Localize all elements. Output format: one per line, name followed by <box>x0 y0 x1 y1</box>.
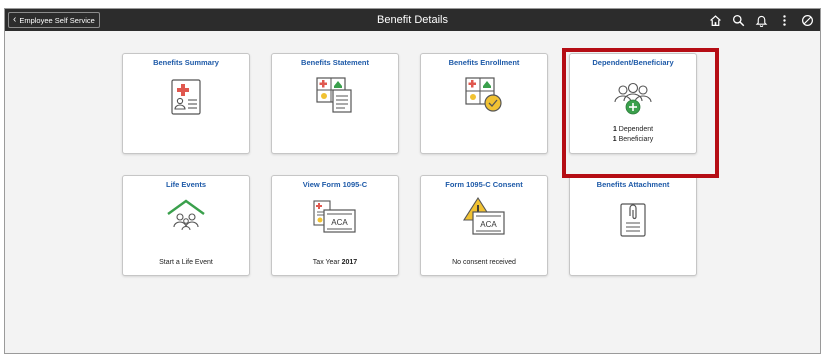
consent-warning-icon: ACA <box>421 196 547 238</box>
dependent-count: 1 <box>612 126 617 133</box>
back-button-label: Employee Self Service <box>19 15 95 25</box>
tile-footer: No consent received <box>452 259 516 266</box>
app-window: ‹ Employee Self Service Benefit Details … <box>4 8 821 354</box>
search-icon[interactable] <box>731 13 745 27</box>
tile-dependent-beneficiary[interactable]: Dependent/Beneficiary 1 Dependent 1 Bene… <box>569 53 697 154</box>
add-dependents-icon <box>570 82 696 116</box>
tile-form-1095c-consent[interactable]: Form 1095-C Consent ACA No consent recei… <box>420 175 548 276</box>
tile-title: Benefits Attachment <box>596 180 670 189</box>
tax-year-line: Tax Year 2017 <box>274 258 396 268</box>
tile-title: View Form 1095-C <box>302 180 368 189</box>
header-actions <box>708 9 814 31</box>
tile-title: Benefits Summary <box>153 58 219 67</box>
page-title: Benefit Details <box>377 14 448 26</box>
actions-menu-icon[interactable] <box>777 13 791 27</box>
home-icon[interactable] <box>708 13 722 27</box>
tile-title: Form 1095-C Consent <box>445 180 523 189</box>
tile-benefits-enrollment[interactable]: Benefits Enrollment <box>420 53 548 154</box>
top-header-bar: ‹ Employee Self Service Benefit Details <box>5 9 820 31</box>
life-events-house-icon <box>123 198 249 232</box>
tile-title: Dependent/Beneficiary <box>592 58 674 67</box>
tile-benefits-attachment[interactable]: Benefits Attachment <box>569 175 697 276</box>
benefits-statement-icon <box>272 76 398 114</box>
chevron-left-icon: ‹ <box>13 14 17 25</box>
tax-year-value: 2017 <box>341 259 358 266</box>
beneficiary-count: 1 <box>612 136 617 143</box>
aca-label: ACA <box>331 218 348 227</box>
tile-view-form-1095c[interactable]: View Form 1095-C ACA Tax Year 2017 <box>271 175 399 276</box>
tile-footer: Start a Life Event <box>159 259 213 266</box>
back-button[interactable]: ‹ Employee Self Service <box>8 12 100 28</box>
tax-year-label: Tax Year <box>312 259 340 266</box>
aca-label: ACA <box>480 220 497 229</box>
dependent-label: Dependent <box>618 126 654 133</box>
tile-benefits-statement[interactable]: Benefits Statement <box>271 53 399 154</box>
tile-benefits-summary[interactable]: Benefits Summary <box>122 53 250 154</box>
dependent-count-line: 1 Dependent <box>572 125 694 135</box>
beneficiary-label: Beneficiary <box>618 136 654 143</box>
benefits-summary-icon <box>123 79 249 115</box>
notification-bell-icon[interactable] <box>754 13 768 27</box>
beneficiary-count-line: 1 Beneficiary <box>572 135 694 145</box>
tile-title: Benefits Enrollment <box>448 58 520 67</box>
benefits-enrollment-icon <box>421 76 547 114</box>
tile-title: Life Events <box>165 180 206 189</box>
attachment-icon <box>570 202 696 238</box>
tile-title: Benefits Statement <box>301 58 369 67</box>
tile-life-events[interactable]: Life Events Start a Life Event <box>122 175 250 276</box>
navbar-icon[interactable] <box>800 13 814 27</box>
form-1095c-icon: ACA <box>272 198 398 236</box>
